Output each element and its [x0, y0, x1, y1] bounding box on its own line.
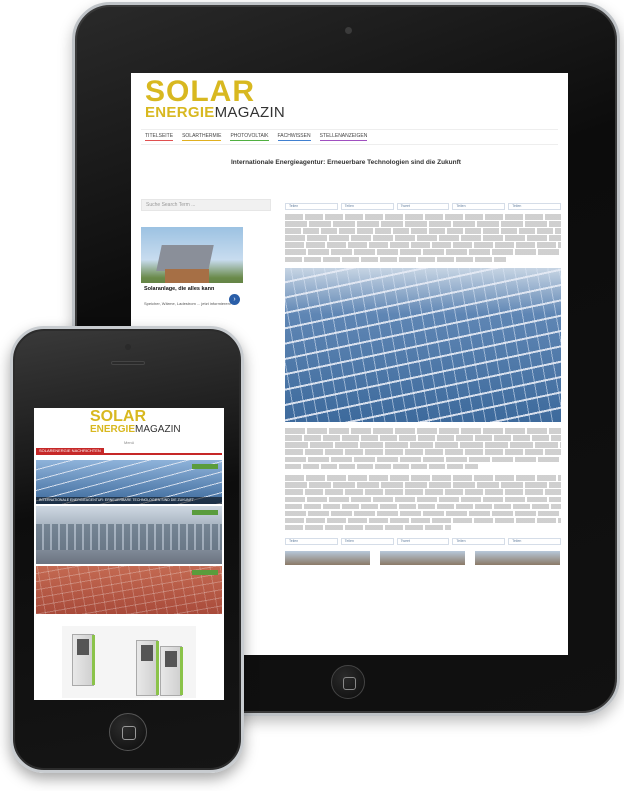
phone-logo-solar: SOLAR [90, 408, 146, 425]
related-thumbnail[interactable] [285, 551, 370, 566]
nav-item-photovoltaik[interactable]: PHOTOVOLTAIK [230, 133, 269, 141]
share-button-xing[interactable]: Teilen [452, 203, 506, 210]
tablet-logo-subtitle: ENERGIEMAGAZIN [145, 105, 285, 121]
nav-item-solarthermie[interactable]: SOLARTHERMIE [182, 133, 222, 141]
share-bar-top: Teilen Teilen Tweet Teilen Teilen [285, 203, 561, 210]
share-button-linkedin-bottom[interactable]: Teilen [340, 538, 394, 546]
article-text-intro [285, 214, 561, 263]
share-button-xing-bottom[interactable]: Teilen [452, 538, 506, 546]
phone-logo-subtitle: ENERGIEMAGAZIN [90, 425, 181, 435]
phone-logo-energie: ENERGIE [90, 424, 136, 435]
inverter-unit [72, 634, 95, 686]
tablet-home-button[interactable] [331, 665, 365, 699]
phone-inverter-image[interactable] [62, 626, 196, 698]
article-body: Teilen Teilen Tweet Teilen Teilen Teilen… [285, 203, 561, 566]
phone-section-bar: SOLARENERGIE NACHRICHTEN [36, 448, 222, 455]
tablet-logo-solar: SOLAR [145, 75, 255, 108]
ad-caption: Solaranlage, die alles kann Speicher, Wä… [141, 283, 243, 309]
phone-headline-image[interactable]: INTERNATIONALE ENERGIEAGENTUR: ERNEUERBA… [36, 460, 222, 504]
share-bar-bottom: Teilen Teilen Tweet Teilen Teilen [285, 538, 561, 546]
headline-caption: INTERNATIONALE ENERGIEAGENTUR: ERNEUERBA… [36, 497, 222, 504]
tablet-sidebar: Suche Search Term ... Solaranlage, die a… [141, 199, 271, 309]
nav-item-stellenanzeigen[interactable]: STELLENANZEIGEN [319, 133, 368, 141]
solar-panels-photo [285, 268, 561, 423]
tablet-nav: TITELSEITE SOLARTHERMIE PHOTOVOLTAIK FAC… [141, 129, 558, 145]
phone-menu-toggle[interactable]: Menü [124, 440, 134, 445]
phone-screen: SOLAR ENERGIEMAGAZIN Menü SOLARENERGIE N… [34, 408, 224, 700]
sidebar-ad[interactable]: Solaranlage, die alles kann Speicher, Wä… [141, 227, 243, 309]
section-label: SOLARENERGIE NACHRICHTEN [36, 448, 104, 454]
phone-device: SOLAR ENERGIEMAGAZIN Menü SOLARENERGIE N… [10, 326, 244, 773]
article-text-body [285, 428, 561, 531]
ad-headline: Solaranlage, die alles kann [144, 286, 215, 292]
nav-item-fachwissen[interactable]: FACHWISSEN [277, 133, 311, 141]
related-thumbnail[interactable] [380, 551, 465, 566]
ad-house-image [165, 269, 209, 283]
inverter-unit [136, 640, 159, 696]
search-input[interactable]: Suche Search Term ... [141, 199, 271, 211]
tablet-logo-magazin: MAGAZIN [214, 104, 286, 121]
share-button-twitter-bottom[interactable]: Tweet [396, 538, 450, 546]
share-button-whatsapp[interactable]: Teilen [508, 203, 561, 210]
phone-speaker [111, 361, 145, 365]
tablet-logo-energie: ENERGIE [145, 104, 215, 121]
share-button-linkedin[interactable]: Teilen [340, 203, 394, 210]
phone-camera [125, 344, 131, 350]
category-tag [192, 570, 218, 575]
phone-logo-magazin: MAGAZIN [135, 424, 181, 435]
phone-home-button[interactable] [109, 713, 147, 751]
inverter-unit [160, 646, 183, 696]
nav-item-titelseite[interactable]: TITELSEITE [145, 133, 174, 141]
share-button-facebook[interactable]: Teilen [285, 203, 338, 210]
share-button-facebook-bottom[interactable]: Teilen [285, 538, 338, 546]
phone-roof-panels-image[interactable] [36, 566, 222, 614]
category-tag [192, 510, 218, 515]
ad-subtext: Speicher, Wärme, Ladestrom ... jetzt inf… [144, 301, 231, 306]
article-title: Internationale Energieagentur: Erneuerba… [231, 159, 461, 166]
related-thumbnail[interactable] [475, 551, 560, 566]
phone-building-image[interactable] [36, 506, 222, 564]
tablet-camera [345, 27, 352, 34]
share-button-twitter[interactable]: Tweet [396, 203, 450, 210]
ad-roof-image [156, 245, 214, 271]
related-thumbnails [285, 551, 561, 566]
category-tag [192, 464, 218, 469]
share-button-whatsapp-bottom[interactable]: Teilen [508, 538, 561, 546]
chevron-right-icon[interactable]: › [229, 294, 240, 305]
